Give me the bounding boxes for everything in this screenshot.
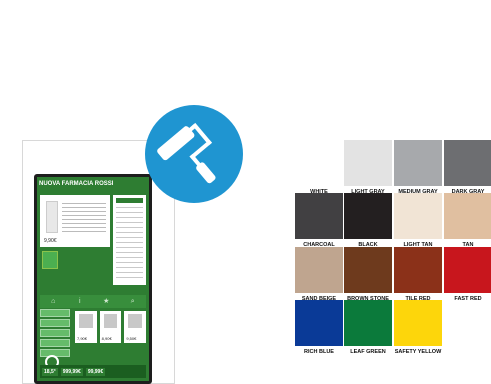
swatch-color (394, 300, 442, 346)
info-icon[interactable]: i (76, 298, 84, 306)
kiosk-nav-bar: ⌂ i ★ ⌕ (40, 295, 146, 308)
info-panel-header (116, 198, 143, 203)
kiosk-menu (40, 309, 70, 357)
product-thumbnail[interactable]: 7,90€ (75, 311, 97, 343)
color-swatch[interactable]: BROWN STONE (344, 247, 392, 302)
swatch-label: RICH BLUE (304, 349, 334, 355)
color-swatch[interactable]: SAND BEIGE (295, 247, 343, 302)
menu-entry[interactable] (40, 329, 70, 337)
paint-roller-badge (145, 105, 243, 203)
color-swatch[interactable]: WHITE (295, 140, 343, 195)
product-thumbnail[interactable]: 8,90€ (99, 311, 122, 343)
product-image (46, 201, 58, 233)
swatch-color (295, 247, 343, 293)
menu-entry[interactable] (40, 319, 70, 327)
swatch-color (444, 140, 491, 186)
color-swatch[interactable]: RICH BLUE (295, 300, 343, 355)
swatch-color (344, 193, 392, 239)
category-icon[interactable] (42, 251, 58, 269)
info-panel-text (116, 207, 143, 279)
swatch-color (394, 140, 442, 186)
paint-roller-icon (157, 122, 216, 184)
kiosk-footer: 18,5° 999,99€ 99,99€ (40, 365, 146, 378)
swatch-color (394, 193, 442, 239)
kiosk-screen: NUOVA FARMACIA ROSSI 9,90€ ⌂ i ★ ⌕ 7,90€… (34, 174, 152, 384)
price-readout: 99,99€ (85, 367, 106, 376)
info-panel (113, 195, 146, 285)
menu-entry[interactable] (40, 309, 70, 317)
home-icon[interactable]: ⌂ (49, 298, 57, 306)
swatch-color (444, 193, 491, 239)
search-icon[interactable]: ⌕ (129, 298, 137, 306)
color-swatch[interactable]: LIGHT GRAY (344, 140, 392, 195)
swatch-color (394, 247, 442, 293)
product-thumbnail[interactable]: 9,50€ (124, 311, 147, 343)
menu-entry[interactable] (40, 339, 70, 347)
color-swatch[interactable]: CHARCOAL (295, 193, 343, 248)
thumbnail-price: 7,90€ (77, 336, 88, 341)
swatch-color (344, 247, 392, 293)
color-swatch[interactable]: BLACK (344, 193, 392, 248)
price-readout: 999,99€ (60, 367, 83, 376)
product-thumbnails: 7,90€ 8,90€ 9,50€ (75, 311, 147, 343)
kiosk-title: NUOVA FARMACIA ROSSI (39, 181, 114, 187)
swatch-color (295, 300, 343, 346)
color-swatch[interactable]: MEDIUM GRAY (394, 140, 442, 195)
swatch-label: LEAF GREEN (350, 349, 386, 355)
color-swatch[interactable]: SAFETY YELLOW (394, 300, 442, 355)
swatch-color (295, 140, 343, 186)
thumbnail-price: 8,90€ (101, 336, 112, 341)
color-swatch[interactable]: TILE RED (394, 247, 442, 302)
thumbnail-price: 9,50€ (126, 336, 137, 341)
swatch-color (295, 193, 343, 239)
color-swatch[interactable]: DARK GRAY (444, 140, 491, 195)
swatch-color (444, 247, 491, 293)
temperature-readout: 18,5° (42, 367, 58, 376)
swatch-label: SAFETY YELLOW (394, 349, 442, 355)
star-icon[interactable]: ★ (102, 298, 110, 306)
product-price: 9,90€ (44, 238, 57, 244)
color-swatch[interactable]: LEAF GREEN (344, 300, 392, 355)
kiosk-display: NUOVA FARMACIA ROSSI 9,90€ ⌂ i ★ ⌕ 7,90€… (37, 177, 149, 381)
color-swatch[interactable]: FAST RED (444, 247, 491, 302)
product-card[interactable]: 9,90€ (40, 195, 110, 247)
swatch-label: FAST RED (454, 296, 482, 302)
swatch-color (344, 300, 392, 346)
product-description (62, 203, 106, 233)
swatch-color (344, 140, 392, 186)
color-swatch[interactable]: LIGHT TAN (394, 193, 442, 248)
color-swatch[interactable]: TAN (444, 193, 491, 248)
